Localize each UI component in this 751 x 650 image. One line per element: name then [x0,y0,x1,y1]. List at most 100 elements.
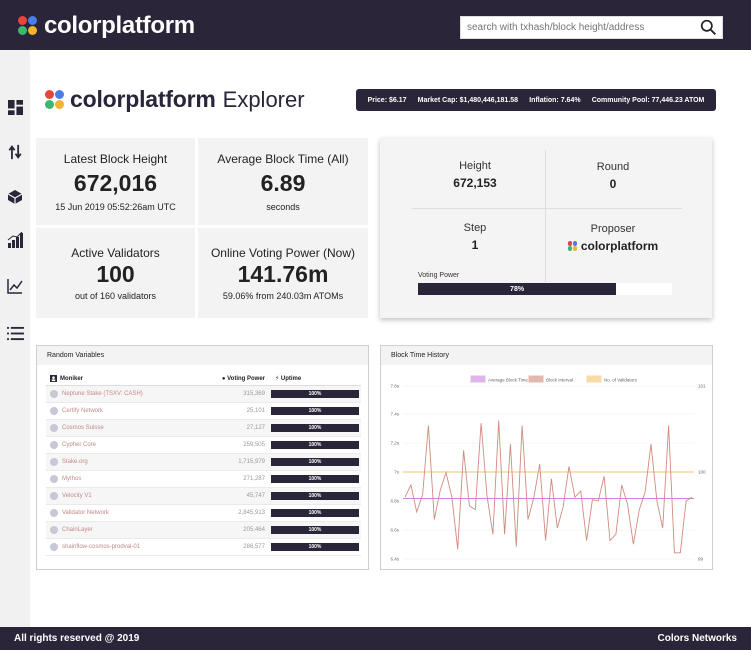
validator-moniker[interactable]: Neptune Stake (TSXV: CASH) [46,390,221,398]
ticker-inflation: Inflation: 7.64% [529,96,581,104]
proposer-value[interactable]: colorplatform [558,239,668,253]
validator-moniker[interactable]: Mythos [46,475,221,483]
y-tick-label: 6.6s [390,528,399,533]
validator-moniker[interactable]: ChainLayer [46,526,221,534]
card-label: Latest Block Height [63,152,168,166]
validator-name: Cosmos Suisse [62,425,104,431]
card-value: 100 [96,261,135,287]
uptime-bar: 100% [271,475,359,483]
brand-logo[interactable]: colorplatform [18,12,195,40]
card-voting-power: Online Voting Power (Now) 141.76m 59.06%… [198,228,368,318]
footer-copyright: All rights reserved @ 2019 [14,633,140,644]
uptime-bar: 100% [271,441,359,449]
col-uptime[interactable]: ⚡ Uptime [271,375,361,382]
validator-voting-power: 2,845,913 [238,510,265,516]
table-row[interactable]: ChainLayer 205,464 100% [46,522,361,539]
card-sub: out of 160 validators [74,291,157,301]
divider [545,150,546,282]
table-row[interactable]: Validator Network 2,845,913 100% [46,505,361,522]
table-row[interactable]: Mythos 271,287 100% [46,471,361,488]
ticker-market-cap: Market Cap: $1,480,446,181.58 [417,96,519,104]
y-tick-label: 7.4s [390,412,399,417]
table-row[interactable]: Cypher Core 259,505 100% [46,437,361,454]
col-moniker[interactable]: Moniker [46,375,221,382]
ticker-price: Price: $6.17 [367,96,407,104]
validator-name: Stake.org [62,459,88,465]
validator-voting-power: 25,101 [246,408,265,414]
validator-voting-power: 271,287 [243,476,265,482]
validator-name: Neptune Stake (TSXV: CASH) [62,391,143,397]
table-row[interactable]: shainflow-cosmos-prodval-01 286,577 100% [46,539,361,556]
dashboard-icon[interactable] [5,97,25,117]
consensus-panel: Height 672,153 Round 0 Step 1 Proposer c… [380,138,712,318]
validators-panel: Random Variables Moniker ● Voting Power … [36,345,369,570]
validators-table: Moniker ● Voting Power ⚡ Uptime Neptune … [46,372,361,556]
card-label: Online Voting Power (Now) [210,246,356,260]
validator-moniker[interactable]: Cosmos Suisse [46,424,221,432]
search-input[interactable] [461,17,697,38]
voting-power-icon: ● [221,375,226,382]
validator-moniker[interactable]: Velocity V1 [46,492,221,500]
validator-avatar [50,509,58,517]
proposer-logo-icon [567,241,578,251]
table-row[interactable]: Velocity V1 45,747 100% [46,488,361,505]
validator-moniker[interactable]: Certify Network [46,407,221,415]
y-tick-label: 7s [394,470,400,475]
list-icon[interactable] [5,323,25,343]
col-voting-power[interactable]: ● Voting Power [221,376,271,382]
uptime-bar: 100% [271,526,359,534]
validator-uptime: 100% [271,407,361,415]
card-sub: 15 Jun 2019 05:52:26am UTC [55,202,176,212]
uptime-bar: 100% [271,407,359,415]
card-value: 672,016 [73,170,158,196]
card-label: Average Block Time (All) [217,152,349,166]
chart-icon[interactable] [5,276,25,296]
legend-swatch [586,375,602,383]
card-value: 6.89 [260,170,306,196]
validator-moniker[interactable]: Cypher Core [46,441,221,449]
validator-avatar [50,492,58,500]
height-value: 672,153 [453,176,497,190]
validator-voting-power: 205,464 [243,527,265,533]
legend-swatch [528,375,544,383]
stats-icon[interactable] [5,230,25,250]
step-label: Step [463,222,487,234]
legend-label: No. of Validators [604,378,638,383]
validator-uptime: 100% [271,390,361,398]
validator-uptime: 100% [271,492,361,500]
validator-moniker[interactable]: Validator Network [46,509,221,517]
y-tick-label: 7.8s [390,384,399,389]
table-row[interactable]: Neptune Stake (TSXV: CASH) 315,369 100% [46,386,361,403]
uptime-bar: 100% [271,543,359,551]
search-icon[interactable] [700,19,717,36]
footer: All rights reserved @ 2019 Colors Networ… [0,627,751,650]
card-active-validators: Active Validators 100 out of 160 validat… [36,228,195,318]
uptime-bar: 100% [271,390,359,398]
validator-avatar [50,407,58,415]
validator-voting-power: 315,369 [243,391,265,397]
validators-icon[interactable] [5,187,25,207]
validators-rows: Neptune Stake (TSXV: CASH) 315,369 100% Cer… [46,386,361,556]
validator-voting-power: 259,505 [243,442,265,448]
page-title: colorplatform Explorer [45,86,305,113]
validator-moniker[interactable]: Stake.org [46,458,221,466]
market-ticker: Price: $6.17 Market Cap: $1,480,446,181.… [356,89,716,111]
validator-uptime: 100% [271,424,361,432]
block-time-chart: Average Block Time Block Interval No. of V… [390,375,706,562]
table-row[interactable]: Certify Network 25,101 100% [46,403,361,420]
colorplatform-logo-icon [18,16,38,36]
table-row[interactable]: Cosmos Suisse 27,127 100% [46,420,361,437]
table-header: Moniker ● Voting Power ⚡ Uptime [46,372,361,386]
validator-name: Mythos [62,476,82,482]
validator-moniker[interactable]: shainflow-cosmos-prodval-01 [46,543,221,551]
ticker-community-pool: Community Pool: 77,446.23 ATOM [591,96,705,104]
uptime-icon: ⚡ [275,376,280,382]
consensus-step: Step 1 [420,222,530,252]
validator-name: ChainLayer [62,527,93,533]
transactions-icon[interactable] [5,142,25,162]
table-row[interactable]: Stake.org 1,715,979 100% [46,454,361,471]
page-title-text: Explorer [222,86,305,112]
card-block-time: Average Block Time (All) 6.89 seconds [198,138,368,225]
col-uptime-label: Uptime [280,376,302,382]
round-label: Round [596,161,630,173]
